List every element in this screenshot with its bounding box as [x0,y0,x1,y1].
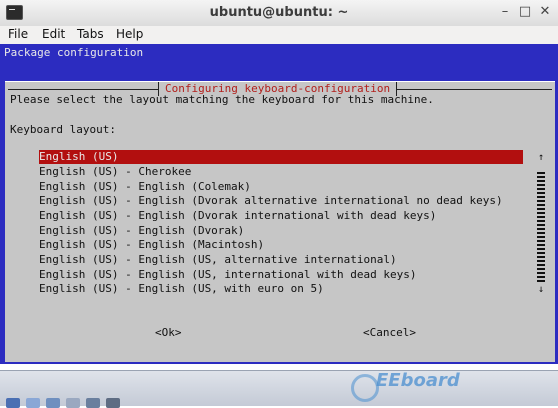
layout-option[interactable]: English (US) - Cherokee [39,165,523,179]
menu-edit[interactable]: Edit [42,27,65,41]
package-config-title: Package configuration [4,46,144,59]
terminal-taskbar-icon[interactable] [106,398,120,408]
scroll-up-arrow[interactable]: ↑ [538,151,544,165]
layout-option[interactable]: English (US) - English (Dvorak) [39,224,523,238]
layout-option[interactable]: English (US) - English (Dvorak alternati… [39,194,523,208]
taskbar [0,370,558,408]
app-icon[interactable] [86,398,100,408]
layout-option[interactable]: English (US) - English (Colemak) [39,180,523,194]
ok-button[interactable]: <Ok> [155,326,182,340]
dialog-prompt: Please select the layout matching the ke… [10,93,434,106]
keyboard-layout-label: Keyboard layout: [10,123,116,136]
layout-option[interactable]: English (US) - English (US, internationa… [39,268,523,282]
keyboard-config-dialog: Configuring keyboard-configuration Pleas… [5,81,555,362]
layout-option[interactable]: English (US) - English (Macintosh) [39,238,523,252]
menu-file[interactable]: File [8,27,28,41]
layout-option[interactable]: English (US) - English (Dvorak internati… [39,209,523,223]
watermark-text: EEboard [376,370,460,391]
menu-tabs[interactable]: Tabs [77,27,104,41]
maximize-button[interactable]: □ [518,3,532,21]
watermark-logo [351,374,379,402]
menubar: File Edit Tabs Help [0,26,558,44]
menu-help[interactable]: Help [116,27,143,41]
app-icon[interactable] [66,398,80,408]
scroll-down-arrow[interactable]: ↓ [538,283,544,297]
layout-option-selected[interactable]: English (US) [39,150,523,164]
window-title: ubuntu@ubuntu: ~ [209,5,349,20]
cancel-button[interactable]: <Cancel> [363,326,416,340]
close-button[interactable]: ✕ [538,3,552,21]
layout-option[interactable]: English (US) - English (US, alternative … [39,253,523,267]
minimize-button[interactable]: – [498,3,512,21]
browser-icon[interactable] [46,398,60,408]
files-icon[interactable] [26,398,40,408]
list-scrollbar[interactable] [537,172,545,284]
terminal-area[interactable]: Package configuration Configuring keyboa… [0,44,558,370]
layout-option[interactable]: English (US) - English (US, with euro on… [39,282,523,296]
window-titlebar: ubuntu@ubuntu: ~ – □ ✕ [0,0,558,27]
desktop-icon[interactable] [6,398,20,408]
